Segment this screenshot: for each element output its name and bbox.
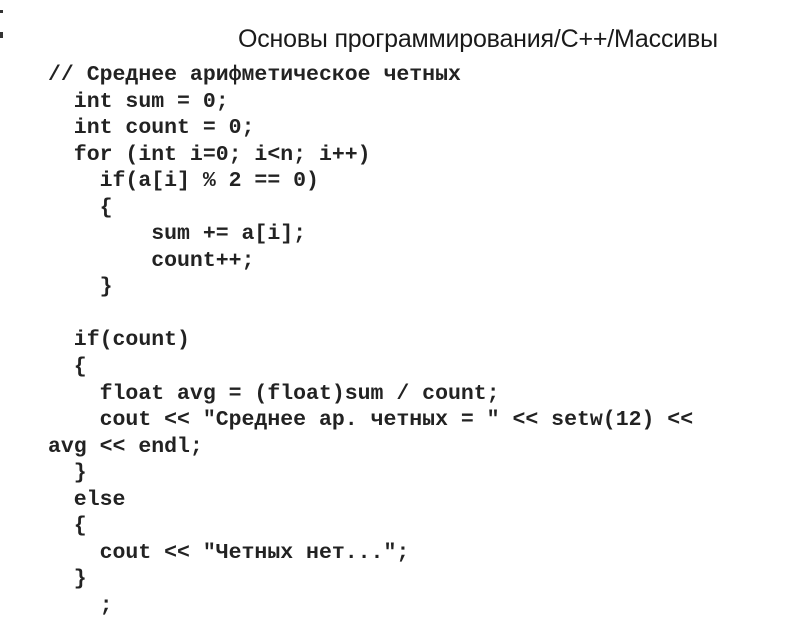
code-line: count++; (48, 248, 255, 273)
code-line: int sum = 0; (48, 89, 229, 114)
code-line: } (48, 275, 113, 300)
code-line: { (48, 355, 87, 380)
code-line: if(a[i] % 2 == 0) (48, 169, 319, 194)
code-line: avg << endl; (48, 434, 203, 459)
code-line: cout << "Среднее ар. четных = " << setw(… (48, 408, 694, 433)
code-line: { (48, 514, 87, 539)
code-line: } (48, 567, 87, 592)
code-line: else (48, 487, 126, 512)
code-line: { (48, 195, 113, 220)
code-block: // Среднее арифметическое четных int sum… (48, 62, 693, 619)
code-line: sum += a[i]; (48, 222, 307, 247)
code-line: int count = 0; (48, 116, 255, 141)
code-line: cout << "Четных нет..."; (48, 540, 410, 565)
code-line-partial: ; (48, 593, 113, 618)
slide-title: Основы программирования/C++/Массивы (238, 25, 718, 53)
code-line: for (int i=0; i<n; i++) (48, 142, 371, 167)
code-line-comment: // Среднее арифметическое четных (48, 63, 461, 87)
code-line: if(count) (48, 328, 190, 353)
slide-edge-marker (0, 10, 4, 40)
code-line: } (48, 461, 87, 486)
code-line: float avg = (float)sum / count; (48, 381, 500, 406)
